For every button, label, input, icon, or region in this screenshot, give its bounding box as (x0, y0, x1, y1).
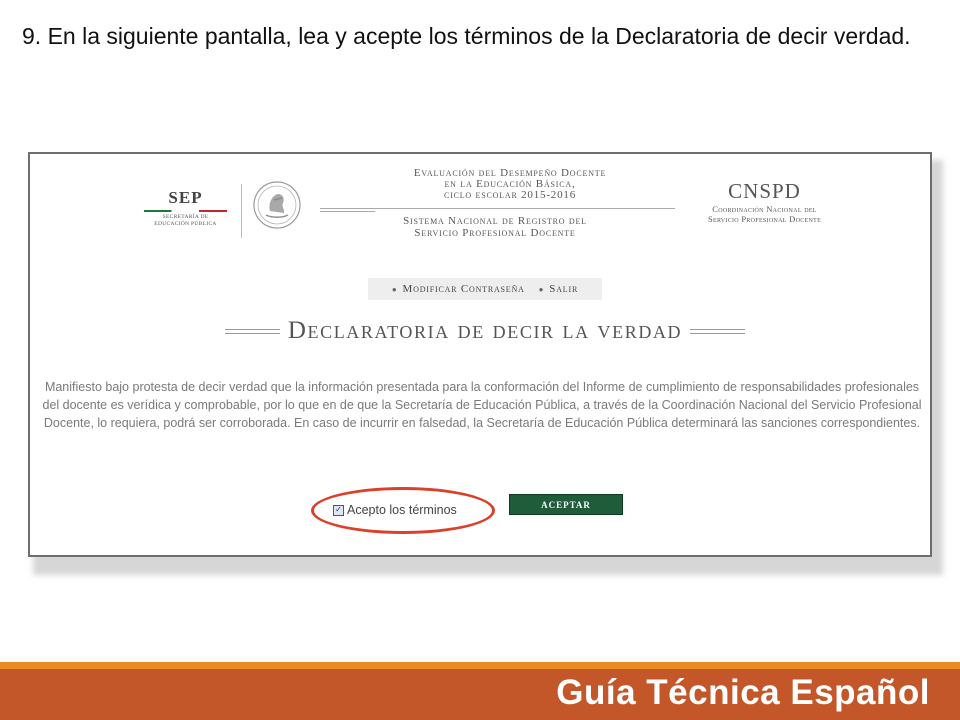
bullet-icon: ● (538, 285, 545, 294)
sistema-line2: Servicio Profesional Docente (414, 227, 576, 239)
sep-logo-text: SEP (168, 188, 203, 207)
highlight-ellipse (311, 487, 495, 534)
header-divider (375, 208, 675, 209)
top-nav: ● Modificar Contraseña ● Salir (368, 278, 602, 300)
evaluation-line3: ciclo escolar 2015-2016 (443, 189, 576, 201)
header-divider-left (320, 208, 375, 212)
title-rule-left (224, 328, 280, 334)
footer-stripe (0, 662, 960, 669)
cnspd-logo: CNSPD Coordinación Nacional del Servicio… (682, 179, 847, 224)
change-password-link[interactable]: ● Modificar Contraseña (392, 283, 525, 295)
logout-label: Salir (549, 283, 579, 295)
sistema-title: Sistema Nacional de Registro del Servici… (375, 215, 615, 239)
footer-bar: Guía Técnica Español (0, 669, 960, 720)
declaration-text: Manifiesto bajo protesta de decir verdad… (42, 380, 922, 430)
national-seal-icon (253, 181, 301, 229)
cnspd-title: CNSPD (728, 179, 801, 203)
cnspd-line1: Coordinación Nacional del (712, 204, 817, 214)
sistema-line1: Sistema Nacional de Registro del (403, 215, 587, 227)
bullet-icon: ● (391, 285, 398, 294)
accept-button[interactable]: ACEPTAR (509, 494, 623, 515)
change-password-label: Modificar Contraseña (402, 283, 525, 295)
sep-subtitle-line2: EDUCACIÓN PÚBLICA (154, 221, 217, 227)
screenshot-frame: SEP SECRETARÍA DE EDUCACIÓN PÚBLICA Eval… (28, 152, 932, 557)
page-title: Declaratoria de decir la verdad (287, 317, 683, 344)
cnspd-line2: Servicio Profesional Docente (707, 214, 822, 224)
slide-heading: 9. En la siguiente pantalla, lea y acept… (22, 23, 911, 49)
title-rule-right (690, 328, 746, 334)
evaluation-title: Evaluación del Desempeño Docente en la E… (360, 168, 660, 201)
sep-subtitle-line1: SECRETARÍA DE (162, 214, 209, 220)
sep-logo: SEP SECRETARÍA DE EDUCACIÓN PÚBLICA (138, 188, 233, 228)
logo-divider (241, 184, 242, 238)
logout-link[interactable]: ● Salir (539, 283, 578, 295)
title-row: Declaratoria de decir la verdad (178, 317, 792, 345)
footer-title: Guía Técnica Español (556, 673, 930, 712)
flag-stripe (144, 210, 227, 212)
